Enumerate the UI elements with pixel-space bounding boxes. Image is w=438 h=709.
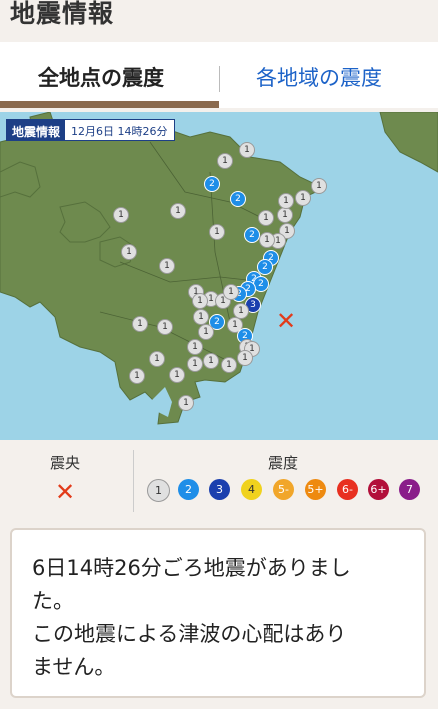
intensity-marker-1: 1 [237, 350, 253, 366]
intensity-marker-1: 1 [209, 224, 225, 240]
intensity-marker-1: 1 [157, 319, 173, 335]
tab-all-points[interactable]: 全地点の震度 [38, 62, 164, 92]
legend-divider [133, 450, 134, 512]
intensity-marker-1: 1 [217, 153, 233, 169]
intensity-scale-6-: 6- [337, 479, 358, 500]
intensity-marker-1: 1 [121, 244, 137, 260]
epicenter-marker: ✕ [276, 307, 297, 335]
intensity-marker-1: 1 [295, 190, 311, 206]
intensity-marker-1: 1 [159, 258, 175, 274]
legend-epicenter-label: 震央 [50, 454, 81, 472]
intensity-scale-5+: 5+ [305, 479, 326, 500]
intensity-marker-1: 1 [311, 178, 327, 194]
intensity-marker-2: 2 [244, 227, 260, 243]
intensity-marker-1: 1 [277, 207, 293, 223]
intensity-marker-1: 1 [223, 284, 239, 300]
intensity-marker-1: 1 [258, 210, 274, 226]
intensity-marker-1: 1 [170, 203, 186, 219]
intensity-marker-1: 1 [187, 356, 203, 372]
message-line-2: た。 [32, 589, 74, 613]
intensity-marker-1: 1 [149, 351, 165, 367]
intensity-marker-1: 1 [178, 395, 194, 411]
intensity-marker-1: 1 [113, 207, 129, 223]
intensity-marker-2: 2 [230, 191, 246, 207]
intensity-marker-1: 1 [203, 353, 219, 369]
intensity-marker-1: 1 [169, 367, 185, 383]
intensity-marker-1: 1 [193, 309, 209, 325]
active-tab-indicator [0, 101, 219, 108]
intensity-marker-1: 1 [278, 193, 294, 209]
tab-bar: 全地点の震度 各地域の震度 [0, 42, 438, 108]
shikoku-land [379, 112, 438, 173]
legend-intensity-label: 震度 [268, 454, 299, 472]
intensity-scale-6+: 6+ [368, 479, 389, 500]
intensity-scale-3: 3 [209, 479, 230, 500]
intensity-marker-1: 1 [239, 142, 255, 158]
message-line-1: 6日14時26分ごろ地震がありまし [32, 556, 351, 580]
quake-message-card: 6日14時26分ごろ地震がありまし た。 この地震による津波の心配はあり ません… [10, 528, 426, 698]
map-label-time: 12月6日 14時26分 [71, 125, 168, 138]
tab-divider [219, 66, 220, 92]
app-header: 地震情報 [0, 0, 438, 42]
intensity-marker-1: 1 [259, 232, 275, 248]
intensity-marker-2: 2 [204, 176, 220, 192]
tab-regions[interactable]: 各地域の震度 [256, 62, 382, 92]
intensity-scale-1: 1 [147, 479, 170, 502]
legend-epicenter-icon: ✕ [55, 478, 76, 506]
map-info-label: 地震情報 12月6日 14時26分 [6, 119, 175, 141]
message-line-3: この地震による津波の心配はあり [32, 622, 347, 646]
message-line-4: ません。 [32, 655, 116, 679]
intensity-marker-1: 1 [198, 324, 214, 340]
intensity-marker-1: 1 [129, 368, 145, 384]
kyushu-land [0, 121, 321, 425]
intensity-marker-1: 1 [132, 316, 148, 332]
page-title: 地震情報 [10, 0, 115, 28]
intensity-marker-1: 1 [192, 293, 208, 309]
intensity-scale-4: 4 [241, 479, 262, 500]
intensity-marker-1: 1 [187, 339, 203, 355]
intensity-scale-5-: 5- [273, 479, 294, 500]
earthquake-map[interactable]: 1122111211111111221122223111111112111211… [0, 112, 438, 440]
intensity-scale-7: 7 [399, 479, 420, 500]
map-label-title: 地震情報 [7, 120, 66, 140]
intensity-marker-1: 1 [221, 357, 237, 373]
intensity-scale-2: 2 [178, 479, 199, 500]
